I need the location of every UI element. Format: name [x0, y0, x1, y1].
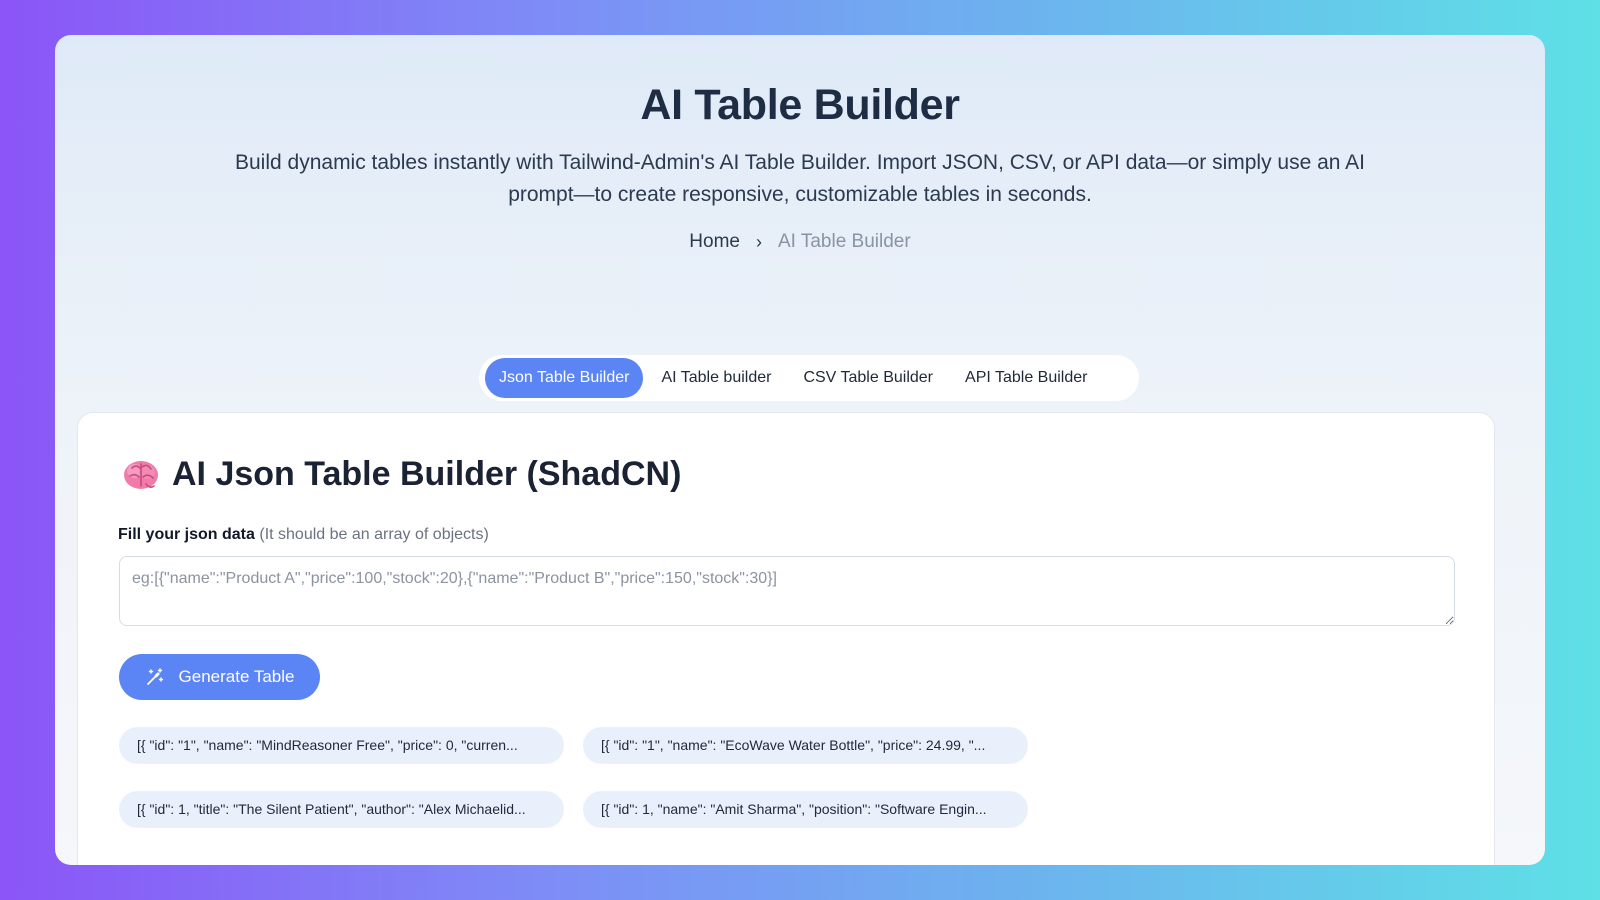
json-builder-card: AI Json Table Builder (ShadCN) Fill your… — [77, 412, 1495, 865]
generate-table-label: Generate Table — [178, 667, 295, 686]
sample-json-chip[interactable]: [{ "id": 1, "name": "Amit Sharma", "posi… — [583, 791, 1028, 828]
sample-json-chip[interactable]: [{ "id": "1", "name": "EcoWave Water Bot… — [583, 727, 1028, 764]
tab-api-table-builder[interactable]: API Table Builder — [951, 358, 1101, 398]
json-field-label: Fill your json data (It should be an arr… — [118, 526, 489, 544]
generate-table-button[interactable]: Generate Table — [119, 654, 320, 700]
breadcrumb-current: AI Table Builder — [777, 231, 911, 252]
builder-tabs: Json Table Builder AI Table builder CSV … — [479, 355, 1139, 401]
tab-json-table-builder[interactable]: Json Table Builder — [485, 358, 644, 398]
sample-json-chip[interactable]: [{ "id": 1, "title": "The Silent Patient… — [119, 791, 564, 828]
page-title: AI Table Builder — [640, 81, 960, 129]
json-data-input[interactable] — [119, 556, 1455, 626]
magic-wand-icon — [145, 667, 165, 687]
tab-ai-table-builder[interactable]: AI Table builder — [647, 358, 785, 398]
breadcrumb: Home › AI Table Builder — [55, 231, 1545, 253]
json-field-hint: (It should be an array of objects) — [259, 526, 489, 543]
brain-icon — [122, 458, 160, 492]
json-field-label-text: Fill your json data — [118, 526, 255, 543]
sample-json-chip[interactable]: [{ "id": "1", "name": "MindReasoner Free… — [119, 727, 564, 764]
card-title-text: AI Json Table Builder (ShadCN) — [172, 455, 682, 493]
card-title: AI Json Table Builder (ShadCN) — [122, 455, 681, 494]
page-description: Build dynamic tables instantly with Tail… — [235, 151, 1365, 206]
chevron-right-icon: › — [755, 231, 762, 252]
app-window: AI Table Builder Build dynamic tables in… — [55, 35, 1545, 865]
breadcrumb-home-link[interactable]: Home — [689, 231, 740, 253]
tab-csv-table-builder[interactable]: CSV Table Builder — [789, 358, 947, 398]
